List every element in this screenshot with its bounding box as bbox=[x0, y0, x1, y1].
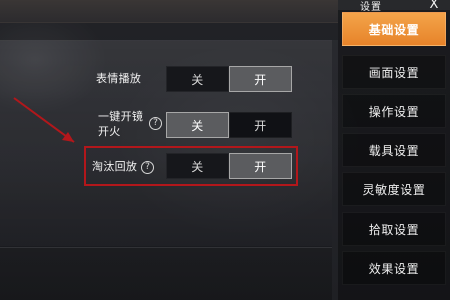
emote-playback-toggle[interactable]: 关 开 bbox=[166, 66, 292, 92]
sidebar-item-pickup-settings[interactable]: 拾取设置 bbox=[342, 212, 446, 246]
scope-fire-label-line1: 一键开镜 bbox=[98, 110, 144, 123]
sidebar-item-label: 基础设置 bbox=[368, 22, 420, 37]
sidebar-item-effects-settings[interactable]: 效果设置 bbox=[342, 251, 446, 285]
help-icon-glyph: ? bbox=[153, 118, 158, 128]
sidebar-item-label: 效果设置 bbox=[368, 261, 420, 276]
emote-playback-off-button[interactable]: 关 bbox=[166, 66, 229, 92]
sidebar-item-label: 画面设置 bbox=[368, 65, 420, 80]
settings-panel-lower bbox=[0, 246, 332, 300]
sidebar-item-controls-settings[interactable]: 操作设置 bbox=[342, 94, 446, 128]
sidebar-item-label: 拾取设置 bbox=[368, 222, 420, 237]
scope-fire-on-button[interactable]: 开 bbox=[229, 112, 292, 138]
sidebar-item-label: 操作设置 bbox=[368, 104, 420, 119]
sidebar-item-basic-settings[interactable]: 基础设置 bbox=[342, 12, 446, 46]
sidebar-item-label: 载具设置 bbox=[368, 143, 420, 158]
emote-playback-label: 表情播放 bbox=[96, 72, 141, 86]
emote-playback-on-label: 开 bbox=[254, 72, 267, 87]
emote-playback-on-button[interactable]: 开 bbox=[229, 66, 292, 92]
sidebar-item-vehicle-settings[interactable]: 载具设置 bbox=[342, 133, 446, 167]
highlight-box bbox=[84, 146, 298, 186]
scope-fire-toggle[interactable]: 关 开 bbox=[166, 112, 292, 138]
emote-playback-label-text: 表情播放 bbox=[96, 72, 142, 85]
scope-fire-off-label: 关 bbox=[191, 118, 204, 133]
scope-fire-label: 一键开镜 开火 bbox=[98, 110, 143, 139]
close-icon-glyph: X bbox=[429, 0, 439, 12]
top-strip bbox=[0, 0, 338, 23]
help-icon[interactable]: ? bbox=[149, 117, 162, 130]
scope-fire-on-label: 开 bbox=[254, 118, 267, 133]
top-band bbox=[0, 22, 338, 40]
sidebar-item-label: 灵敏度设置 bbox=[362, 182, 426, 197]
scope-fire-label-line2: 开火 bbox=[98, 125, 121, 138]
sidebar-item-sensitivity-settings[interactable]: 灵敏度设置 bbox=[342, 172, 446, 206]
emote-playback-off-label: 关 bbox=[191, 72, 204, 87]
sidebar-item-graphics-settings[interactable]: 画面设置 bbox=[342, 55, 446, 89]
scope-fire-off-button[interactable]: 关 bbox=[166, 112, 229, 138]
